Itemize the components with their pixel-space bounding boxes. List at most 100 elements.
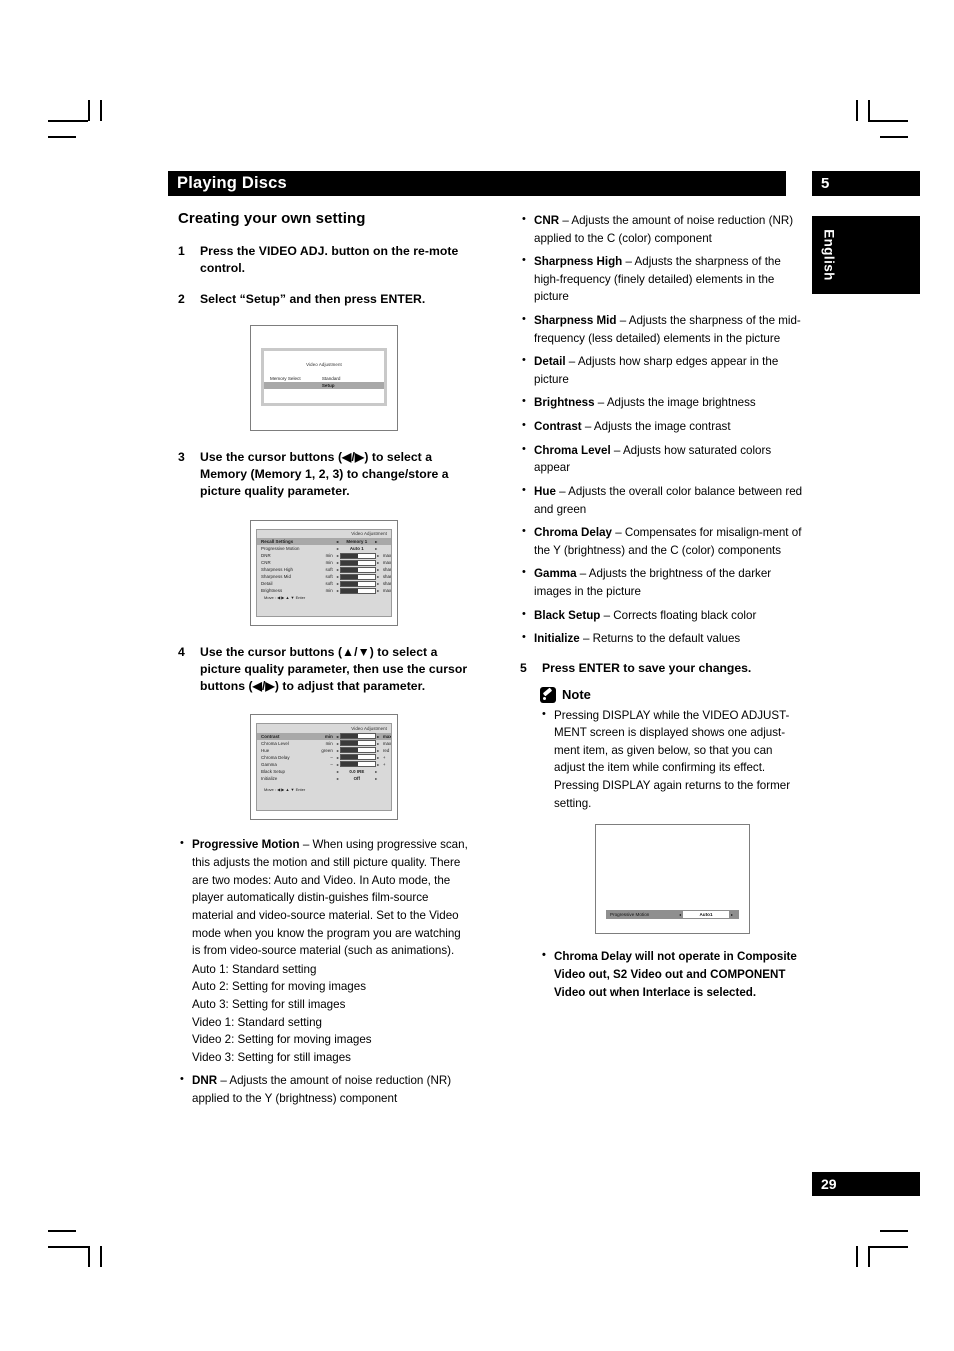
osd-param-row-hue[interactable]: Hue green ◂ ▸ red: [257, 747, 391, 754]
right-arrow-icon[interactable]: ▸: [374, 769, 379, 774]
step-2: 2 Select “Setup” and then press ENTER.: [178, 291, 470, 308]
bullet-gamma: Gamma – Adjusts the brightness of the da…: [520, 564, 805, 600]
osd-memory-row-detail[interactable]: Detail soft ◂ ▸ sharp: [257, 580, 391, 587]
osd-param-contrast-slider[interactable]: [339, 733, 376, 740]
osd-memory-row-brightness[interactable]: Brightness min ◂ ▸ max: [257, 587, 391, 594]
bullet-sharpness-high-term: Sharpness High: [534, 255, 623, 269]
bullet-chroma-level: Chroma Level – Adjusts how saturated col…: [520, 441, 805, 477]
crop-mark-bottom-left: [48, 1222, 108, 1277]
osd-memory-detail-label: Detail: [261, 581, 273, 587]
osd-memory-detail-max: sharp: [382, 581, 391, 587]
osd-screenshot-display-overlay: Progressive Motion ◂ Auto1 ▸: [595, 824, 750, 935]
osd-param-chroma-level-slider[interactable]: [339, 740, 376, 747]
osd-setup-row-setup[interactable]: Setup: [264, 381, 384, 389]
osd-param-gamma-label: Gamma: [261, 761, 277, 767]
bullet-brightness-term: Brightness: [534, 396, 595, 410]
osd-memory-pm-label: Progressive Motion: [261, 546, 300, 552]
osd-memory-detail-slider[interactable]: [339, 580, 376, 587]
bullet-hue-desc: – Adjusts the overall color balance betw…: [534, 484, 803, 516]
osd-memory-row-sharpness-high[interactable]: Sharpness High soft ◂ ▸ sharp: [257, 566, 391, 573]
left-bullet-list: Progressive Motion – When using progress…: [178, 835, 470, 1107]
bullet-dnr: DNR – Adjusts the amount of noise reduct…: [178, 1071, 470, 1107]
osd-memory-cnr-min: min: [325, 560, 333, 566]
osd-memory-dnr-slider[interactable]: [339, 552, 376, 559]
osd-memory-row-progressive-motion[interactable]: Progressive Motion ◂ Auto 1 ▸: [257, 545, 391, 552]
osd-param-row-chroma-level[interactable]: Chroma Level min ◂ ▸ max: [257, 740, 391, 747]
osd-param-chroma-level-min: min: [325, 740, 333, 746]
right-arrow-icon[interactable]: ▸: [374, 546, 379, 551]
osd-setup-row-memory-select[interactable]: Memory Select Standard: [264, 375, 384, 382]
right-arrow-icon[interactable]: ▸: [374, 776, 379, 781]
step-4-number: 4: [178, 644, 185, 659]
note-title: Note: [562, 687, 591, 703]
osd-param-initialize-label: Initialize: [261, 775, 278, 781]
osd-memory-row-cnr[interactable]: CNR min ◂ ▸ max: [257, 559, 391, 566]
osd-param-chroma-delay-max: +: [382, 754, 386, 760]
osd-param-hue-slider[interactable]: [339, 747, 376, 754]
osd-param-row-black-setup[interactable]: Black Setup ◂ 0.0 IRE ▸: [257, 768, 391, 775]
osd-overlay-progressive-motion-row[interactable]: Progressive Motion ◂ Auto1 ▸: [606, 910, 739, 920]
osd-param-hue-max: red: [382, 747, 390, 753]
osd-memory-dnr-max: max: [382, 553, 392, 559]
language-tab-label: English: [821, 229, 837, 281]
bullet-hue: Hue – Adjusts the overall color balance …: [520, 482, 805, 518]
osd-memory-dnr-label: DNR: [261, 553, 271, 559]
bullet-chroma-delay: Chroma Delay – Compensates for misalign-…: [520, 523, 805, 559]
osd-param-row-initialize[interactable]: Initialize ◂ Off ▸: [257, 775, 391, 782]
osd-memory-row-dnr[interactable]: DNR min ◂ ▸ max: [257, 552, 391, 559]
osd-param-row-contrast[interactable]: Contrast min ◂ ▸ max: [257, 732, 391, 740]
osd-overlay-label: Progressive Motion: [610, 912, 650, 918]
osd-memory-brightness-slider[interactable]: [339, 587, 376, 594]
osd-param-gamma-slider[interactable]: [339, 761, 376, 768]
bullet-hue-term: Hue: [534, 484, 556, 498]
right-arrow-icon[interactable]: ▸: [729, 912, 735, 917]
osd-param-initialize-value: Off: [353, 775, 361, 781]
chapter-number-badge: 5: [812, 171, 920, 196]
bullet-progressive-motion: Progressive Motion – When using progress…: [178, 835, 470, 1066]
bullet-cnr-desc: – Adjusts the amount of noise reduction …: [534, 214, 794, 245]
step-1-number: 1: [178, 244, 185, 258]
osd-memory-sh-slider[interactable]: [339, 566, 376, 573]
left-column: Creating your own setting 1 Press the VI…: [178, 210, 470, 1114]
step-5: 5 Press ENTER to save your changes.: [520, 660, 805, 677]
osd-memory-row-recall[interactable]: Recall Settings ◂ Memory 1 ▸: [257, 538, 391, 546]
bullet-chroma-delay-term: Chroma Delay: [534, 526, 612, 540]
osd-param-contrast-label: Contrast: [261, 733, 280, 739]
osd-memory-row-sharpness-mid[interactable]: Sharpness Mid soft ◂ ▸ sharp: [257, 573, 391, 580]
bullet-sharpness-mid-term: Sharpness Mid: [534, 314, 617, 328]
bullet-progressive-motion-desc: – When using progressive scan, this adju…: [192, 838, 468, 958]
osd-overlay-value: Auto1: [683, 911, 729, 919]
osd-memory-sm-slider[interactable]: [339, 573, 376, 580]
osd-memory-sh-min: soft: [325, 567, 333, 573]
note-bullet-list: Pressing DISPLAY while the VIDEO ADJUST-…: [540, 706, 805, 813]
osd-setup-setup-value: Setup: [321, 382, 335, 388]
note-bullet-list-2: Chroma Delay will not operate in Composi…: [540, 947, 805, 1001]
osd-param-row-gamma[interactable]: Gamma – ◂ ▸ +: [257, 761, 391, 768]
osd-param-row-chroma-delay[interactable]: Chroma Delay – ◂ ▸ +: [257, 754, 391, 761]
osd-memory-sh-label: Sharpness High: [261, 567, 293, 573]
bullet-black-setup: Black Setup – Corrects floating black co…: [520, 606, 805, 625]
osd-param-chroma-delay-slider[interactable]: [339, 754, 376, 761]
osd-setup-memory-select-value: Standard: [321, 375, 341, 381]
osd-param-hue-min: green: [321, 747, 333, 753]
step-1: 1 Press the VIDEO ADJ. button on the re-…: [178, 243, 470, 277]
osd-memory-sm-max: sharp: [382, 574, 391, 580]
osd-memory-cnr-slider[interactable]: [339, 559, 376, 566]
osd-memory-footer: Move : ◀ ▶ ▲ ▼ Enter: [264, 595, 306, 601]
bullet-contrast-term: Contrast: [534, 420, 582, 434]
bullet-contrast-desc: – Adjusts the image contrast: [581, 420, 731, 434]
pencil-icon: [540, 686, 556, 703]
osd-param-contrast-min: min: [324, 733, 333, 739]
osd-memory-brightness-min: min: [325, 588, 333, 594]
bullet-sharpness-mid: Sharpness Mid – Adjusts the sharpness of…: [520, 311, 805, 347]
bullet-cnr-term: CNR: [534, 214, 560, 227]
osd-screenshot-setup: Video Adjustment Memory Select Standard …: [250, 325, 398, 432]
step-2-text: Select “Setup” and then press ENTER.: [200, 291, 426, 306]
mode-video-1: Video 1: Standard setting: [192, 1015, 322, 1029]
bullet-brightness: Brightness – Adjusts the image brightnes…: [520, 394, 805, 412]
manual-page: Playing Discs 5 English Creating your ow…: [0, 0, 954, 1351]
osd-setup-title: Video Adjustment: [306, 361, 342, 367]
right-arrow-icon[interactable]: ▸: [374, 539, 379, 544]
bullet-brightness-desc: – Adjusts the image brightness: [594, 396, 756, 410]
step-3: 3 Use the cursor buttons (◀/▶) to select…: [178, 449, 470, 499]
